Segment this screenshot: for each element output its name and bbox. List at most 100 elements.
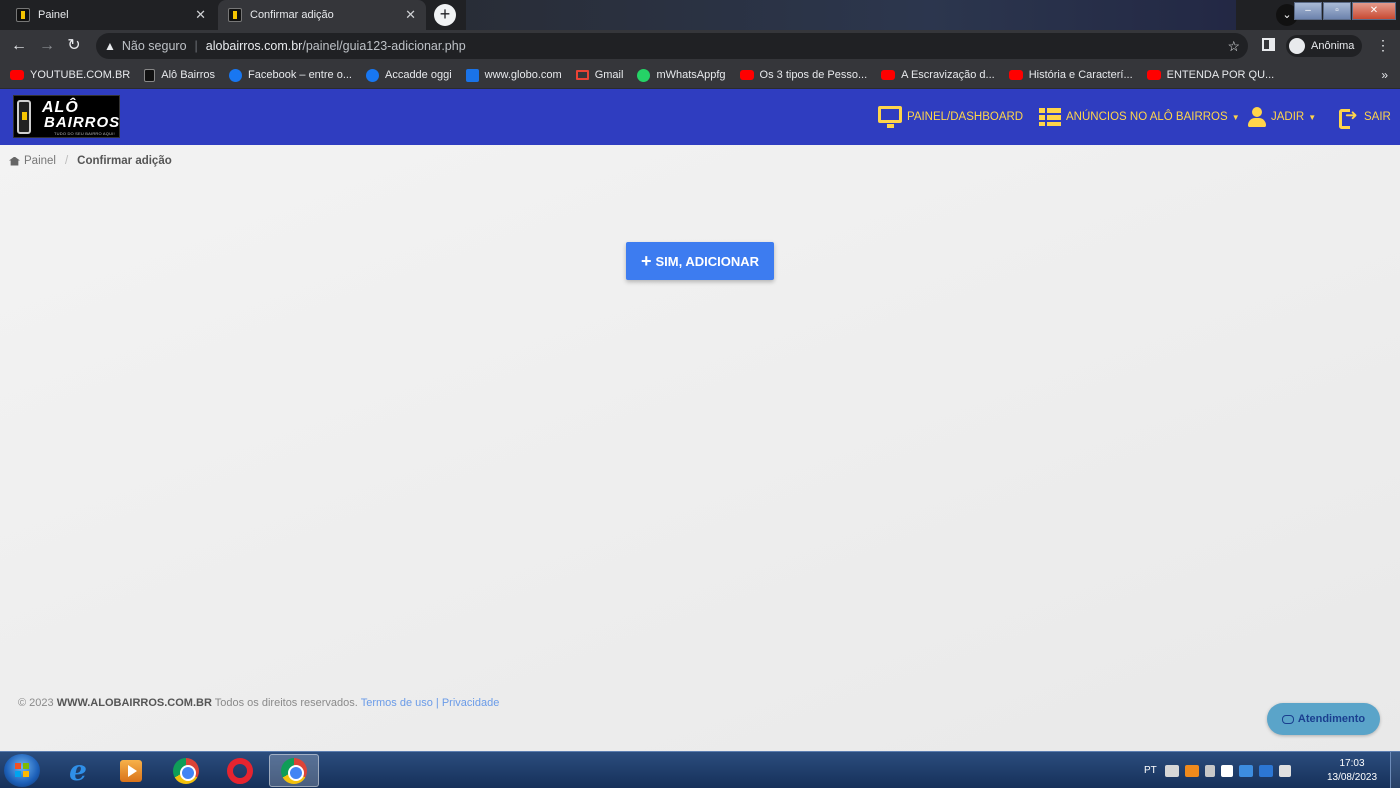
- footer-site: WWW.ALOBAIRROS.COM.BR: [56, 697, 212, 709]
- opera-icon: [227, 757, 253, 784]
- minimize-button[interactable]: –: [1294, 2, 1322, 20]
- nav-user-dropdown[interactable]: JADIR ▼: [1248, 89, 1316, 145]
- bookmark-label: www.globo.com: [484, 69, 562, 81]
- maximize-button[interactable]: ▫: [1323, 2, 1351, 20]
- breadcrumb-separator: /: [64, 155, 69, 167]
- keyboard-icon[interactable]: [1164, 764, 1179, 777]
- taskbar-internet-explorer[interactable]: e: [53, 754, 103, 787]
- security-label[interactable]: Não seguro: [122, 39, 187, 53]
- forward-icon[interactable]: →: [37, 36, 57, 56]
- bookmark-item[interactable]: Gmail: [575, 69, 624, 81]
- bookmark-label: mWhatsAppfg: [656, 69, 726, 81]
- bookmark-item[interactable]: mWhatsAppfg: [637, 68, 726, 82]
- footer-rights: Todos os direitos reservados.: [214, 697, 358, 709]
- taskbar-clock[interactable]: 17:03 13/08/2023: [1322, 757, 1382, 785]
- bookmark-item[interactable]: YOUTUBE.COM.BR: [10, 69, 130, 81]
- bookmark-star-icon[interactable]: ☆: [1227, 38, 1240, 55]
- start-button[interactable]: [4, 754, 40, 787]
- grid-tray-icon[interactable]: [1258, 764, 1273, 777]
- menu-kebab-icon[interactable]: ⋮: [1376, 37, 1390, 54]
- profile-label: Anônima: [1311, 40, 1355, 52]
- warning-icon[interactable]: ▲: [104, 39, 116, 53]
- bookmark-item[interactable]: Accadde oggi: [365, 68, 452, 82]
- address-separator: |: [194, 39, 198, 53]
- url-path: /painel/guia123-adicionar.php: [302, 39, 466, 53]
- nav-label: JADIR: [1271, 111, 1305, 123]
- grid-list-icon: [1039, 108, 1061, 126]
- bookmark-label: Gmail: [594, 69, 624, 81]
- taskbar-chrome[interactable]: [161, 754, 211, 787]
- close-icon[interactable]: ✕: [405, 7, 416, 23]
- home-icon: [9, 156, 20, 166]
- footer: © 2023 WWW.ALOBAIRROS.COM.BR Todos os di…: [18, 697, 499, 709]
- chrome-icon: [173, 757, 199, 784]
- profile-button[interactable]: Anônima: [1286, 35, 1363, 57]
- bookmark-item[interactable]: Os 3 tipos de Pesso...: [739, 69, 868, 81]
- bookmark-label: A Escravização d...: [901, 69, 995, 81]
- terms-link[interactable]: Termos de uso: [361, 697, 433, 709]
- whatsapp-icon: [637, 68, 651, 82]
- facebook-icon: [229, 68, 243, 82]
- tab-label: Confirmar adição: [250, 9, 334, 21]
- site-header: ALÔ BAIRROS TUDO DO SEU BAIRRO AQUI! PAI…: [0, 89, 1400, 145]
- monitor-tray-icon[interactable]: [1238, 764, 1253, 777]
- youtube-icon: [10, 70, 24, 80]
- language-indicator[interactable]: PT: [1144, 765, 1157, 776]
- tab-label: Painel: [38, 9, 69, 21]
- app-tray-icon[interactable]: [1184, 764, 1199, 777]
- youtube-icon: [739, 70, 754, 80]
- windows-taskbar: e PT 17:03 13/08/2023: [0, 751, 1400, 788]
- confirm-add-label: SIM, ADICIONAR: [655, 253, 760, 269]
- bookmark-item[interactable]: A Escravização d...: [881, 69, 995, 81]
- youtube-icon: [1008, 70, 1023, 80]
- tab-painel[interactable]: Painel ✕: [6, 0, 216, 30]
- bookmark-label: ENTENDA POR QU...: [1166, 69, 1275, 81]
- bookmark-label: Alô Bairros: [161, 69, 216, 81]
- close-window-button[interactable]: ✕: [1352, 2, 1396, 20]
- back-icon[interactable]: ←: [9, 36, 29, 56]
- browser-toolbar: ← → ↻ ▲ Não seguro | alobairros.com.br /…: [0, 30, 1400, 62]
- chat-bubble-icon: [1281, 714, 1294, 724]
- reload-icon[interactable]: ↻: [64, 36, 84, 56]
- system-tray: PT: [1144, 752, 1291, 788]
- bookmark-label: Os 3 tipos de Pesso...: [759, 69, 868, 81]
- site-logo[interactable]: ALÔ BAIRROS TUDO DO SEU BAIRRO AQUI!: [13, 95, 120, 138]
- nav-logout[interactable]: SAIR: [1339, 89, 1391, 145]
- footer-divider: |: [435, 697, 439, 709]
- taskbar-opera[interactable]: [215, 754, 265, 787]
- youtube-icon: [1146, 70, 1161, 80]
- side-panel-icon[interactable]: [1262, 38, 1275, 51]
- network-icon[interactable]: [1220, 764, 1233, 777]
- confirm-add-button[interactable]: + SIM, ADICIONAR: [626, 242, 774, 280]
- nav-ads-dropdown[interactable]: ANÚNCIOS NO ALÔ BAIRROS ▼: [1039, 89, 1240, 145]
- action-center-icon[interactable]: [1278, 764, 1291, 777]
- taskbar-chrome-active[interactable]: [269, 754, 319, 787]
- chat-support-button[interactable]: Atendimento: [1267, 703, 1380, 735]
- caret-down-icon: ▼: [1231, 112, 1240, 122]
- chrome-icon: [281, 757, 307, 784]
- bookmark-item[interactable]: www.globo.com: [465, 68, 562, 82]
- nav-label: SAIR: [1364, 111, 1391, 123]
- browser-tab-strip: Painel ✕ Confirmar adição ✕ + ⌄ – ▫ ✕: [0, 0, 1400, 30]
- bookmark-item[interactable]: Alô Bairros: [144, 68, 216, 82]
- nav-label: ANÚNCIOS NO ALÔ BAIRROS: [1066, 111, 1228, 123]
- bookmark-item[interactable]: ENTENDA POR QU...: [1146, 69, 1275, 81]
- address-bar[interactable]: ▲ Não seguro | alobairros.com.br /painel…: [96, 33, 1248, 59]
- window-controls: – ▫ ✕: [1294, 2, 1396, 20]
- tab-confirmar-adicao[interactable]: Confirmar adição ✕: [218, 0, 426, 30]
- bookmark-item[interactable]: História e Caracterí...: [1008, 69, 1133, 81]
- close-icon[interactable]: ✕: [195, 7, 206, 23]
- privacy-link[interactable]: Privacidade: [442, 697, 499, 709]
- bookmarks-overflow-icon[interactable]: »: [1381, 68, 1388, 82]
- bookmark-item[interactable]: Facebook – entre o...: [229, 68, 352, 82]
- alobairros-icon: [144, 68, 156, 82]
- plus-icon: +: [640, 251, 652, 271]
- new-tab-button[interactable]: +: [434, 4, 456, 26]
- breadcrumb-home-link[interactable]: Painel: [24, 155, 56, 167]
- volume-icon[interactable]: [1204, 764, 1215, 777]
- breadcrumb: Painel / Confirmar adição: [9, 155, 172, 167]
- nav-dashboard[interactable]: PAINEL/DASHBOARD: [878, 89, 1023, 145]
- show-desktop-button[interactable]: [1390, 752, 1400, 788]
- incognito-icon: [1289, 38, 1305, 54]
- taskbar-media-player[interactable]: [106, 754, 156, 787]
